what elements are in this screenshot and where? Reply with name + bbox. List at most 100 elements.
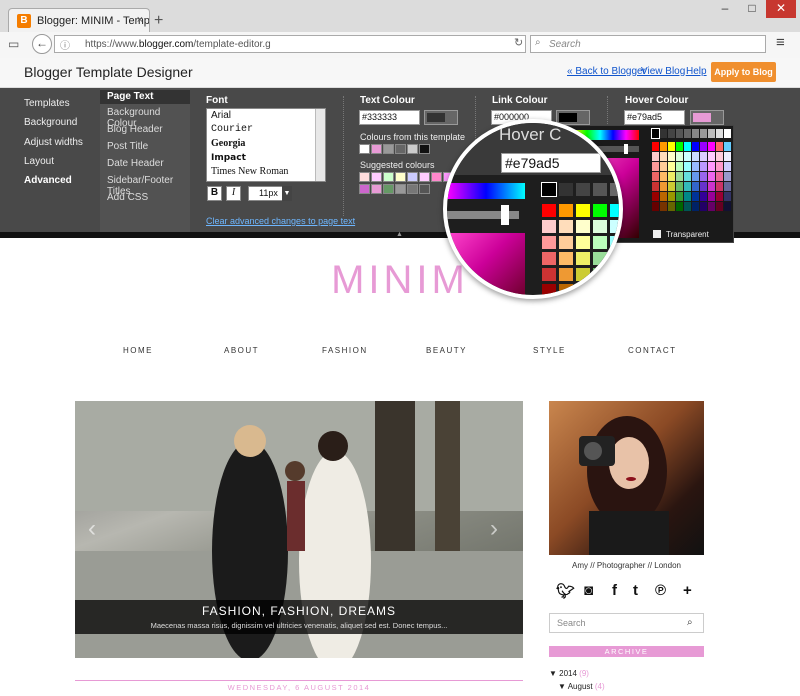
font-option[interactable]: Arial bbox=[207, 109, 325, 123]
palette-swatch[interactable] bbox=[660, 172, 667, 181]
subnav-add-css[interactable]: Add CSS bbox=[107, 192, 148, 203]
palette-swatch[interactable] bbox=[660, 202, 667, 211]
palette-swatch[interactable] bbox=[716, 129, 723, 138]
palette-swatch[interactable] bbox=[676, 192, 683, 201]
palette-swatch[interactable] bbox=[651, 128, 660, 139]
swatch[interactable] bbox=[383, 172, 394, 182]
swatch[interactable] bbox=[371, 144, 382, 154]
palette-swatch[interactable] bbox=[652, 202, 659, 211]
palette-swatch[interactable] bbox=[708, 172, 715, 181]
palette-swatch[interactable] bbox=[676, 129, 683, 138]
clear-changes-link[interactable]: Clear advanced changes to page text bbox=[206, 216, 355, 226]
swatch[interactable] bbox=[359, 144, 370, 154]
palette-swatch[interactable] bbox=[652, 192, 659, 201]
palette-swatch[interactable] bbox=[716, 202, 723, 211]
swatch[interactable] bbox=[431, 172, 442, 182]
slider-handle[interactable] bbox=[624, 144, 628, 154]
subnav-date-header[interactable]: Date Header bbox=[107, 158, 164, 169]
palette-swatch[interactable] bbox=[676, 202, 683, 211]
palette-swatch[interactable] bbox=[652, 182, 659, 191]
palette-swatch[interactable] bbox=[700, 202, 707, 211]
palette-swatch[interactable] bbox=[692, 152, 699, 161]
nav-layout[interactable]: Layout bbox=[24, 156, 54, 167]
swatch[interactable] bbox=[359, 184, 370, 194]
palette-swatch[interactable] bbox=[724, 182, 731, 191]
palette-swatch[interactable] bbox=[700, 152, 707, 161]
nav-templates[interactable]: Templates bbox=[24, 98, 70, 109]
menu-about[interactable]: ABOUT bbox=[224, 346, 259, 355]
palette-swatch[interactable] bbox=[708, 142, 715, 151]
palette-swatch[interactable] bbox=[676, 152, 683, 161]
palette-grid[interactable] bbox=[651, 128, 732, 227]
palette-swatch[interactable] bbox=[652, 162, 659, 171]
palette-swatch[interactable] bbox=[668, 192, 675, 201]
chevron-down-icon[interactable]: ▼ bbox=[282, 186, 292, 201]
palette-swatch[interactable] bbox=[684, 182, 691, 191]
palette-swatch[interactable] bbox=[668, 202, 675, 211]
featured-caption[interactable]: FASHION, FASHION, DREAMS Maecenas massa … bbox=[75, 600, 523, 634]
address-bar[interactable]: https://www.blogger.com/template-editor.… bbox=[54, 35, 526, 53]
palette-swatch[interactable] bbox=[660, 162, 667, 171]
back-to-blogger-link[interactable]: « Back to Blogger bbox=[567, 66, 646, 77]
text-colour-input[interactable]: #333333 bbox=[359, 110, 420, 125]
palette-swatch[interactable] bbox=[684, 162, 691, 171]
palette-swatch[interactable] bbox=[692, 202, 699, 211]
browser-search-input[interactable]: Search bbox=[530, 35, 766, 53]
back-button[interactable]: ← bbox=[32, 34, 52, 54]
swatch[interactable] bbox=[407, 144, 418, 154]
palette-swatch[interactable] bbox=[676, 142, 683, 151]
palette-swatch[interactable] bbox=[708, 192, 715, 201]
palette-swatch[interactable] bbox=[708, 152, 715, 161]
swatch[interactable] bbox=[419, 172, 430, 182]
palette-swatch[interactable] bbox=[660, 182, 667, 191]
font-option[interactable]: Georgia bbox=[207, 137, 325, 151]
palette-swatch[interactable] bbox=[724, 152, 731, 161]
swatch[interactable] bbox=[383, 144, 394, 154]
palette-swatch[interactable] bbox=[692, 129, 699, 138]
menu-beauty[interactable]: BEAUTY bbox=[426, 346, 467, 355]
palette-swatch[interactable] bbox=[668, 152, 675, 161]
palette-swatch[interactable] bbox=[668, 172, 675, 181]
palette-swatch[interactable] bbox=[716, 162, 723, 171]
swatch[interactable] bbox=[371, 184, 382, 194]
palette-swatch[interactable] bbox=[716, 172, 723, 181]
palette-swatch[interactable] bbox=[700, 182, 707, 191]
palette-swatch[interactable] bbox=[676, 172, 683, 181]
nav-adjust-widths[interactable]: Adjust widths bbox=[24, 137, 83, 148]
palette-swatch[interactable] bbox=[684, 202, 691, 211]
search-icon[interactable]: ⌕ bbox=[687, 617, 693, 628]
swatch[interactable] bbox=[371, 172, 382, 182]
close-window-button[interactable]: ✕ bbox=[766, 0, 796, 18]
transparent-checkbox[interactable] bbox=[653, 230, 661, 238]
font-option[interactable]: Impact bbox=[207, 151, 325, 165]
new-tab-button[interactable]: + bbox=[154, 12, 163, 30]
palette-swatch[interactable] bbox=[660, 142, 667, 151]
view-blog-link[interactable]: View Blog bbox=[641, 66, 685, 77]
palette-swatch[interactable] bbox=[652, 152, 659, 161]
palette-swatch[interactable] bbox=[724, 129, 731, 138]
subnav-blog-header[interactable]: Blog Header bbox=[107, 124, 163, 135]
menu-fashion[interactable]: FASHION bbox=[322, 346, 368, 355]
sidebar-search-input[interactable]: Search bbox=[549, 613, 704, 633]
sidebar-toggle-icon[interactable]: ▭ bbox=[8, 37, 19, 51]
swatch[interactable] bbox=[407, 172, 418, 182]
palette-swatch[interactable] bbox=[676, 162, 683, 171]
palette-swatch[interactable] bbox=[684, 192, 691, 201]
palette-swatch[interactable] bbox=[692, 162, 699, 171]
palette-swatch[interactable] bbox=[700, 172, 707, 181]
palette-swatch[interactable] bbox=[692, 192, 699, 201]
maximize-button[interactable]: □ bbox=[739, 0, 765, 18]
palette-swatch[interactable] bbox=[708, 162, 715, 171]
archive-month[interactable]: ▼ August (4) bbox=[558, 682, 605, 691]
palette-swatch[interactable] bbox=[660, 192, 667, 201]
palette-swatch[interactable] bbox=[652, 172, 659, 181]
font-option[interactable]: Courier bbox=[207, 123, 325, 137]
twitter-icon[interactable]: 🐦︎ bbox=[556, 582, 575, 600]
palette-swatch[interactable] bbox=[668, 162, 675, 171]
swatch[interactable] bbox=[395, 144, 406, 154]
palette-swatch[interactable] bbox=[724, 162, 731, 171]
menu-contact[interactable]: CONTACT bbox=[628, 346, 677, 355]
palette-swatch[interactable] bbox=[700, 162, 707, 171]
tab-close-icon[interactable]: × bbox=[137, 14, 143, 26]
font-list[interactable]: Arial Courier Georgia Impact Times New R… bbox=[206, 108, 326, 182]
